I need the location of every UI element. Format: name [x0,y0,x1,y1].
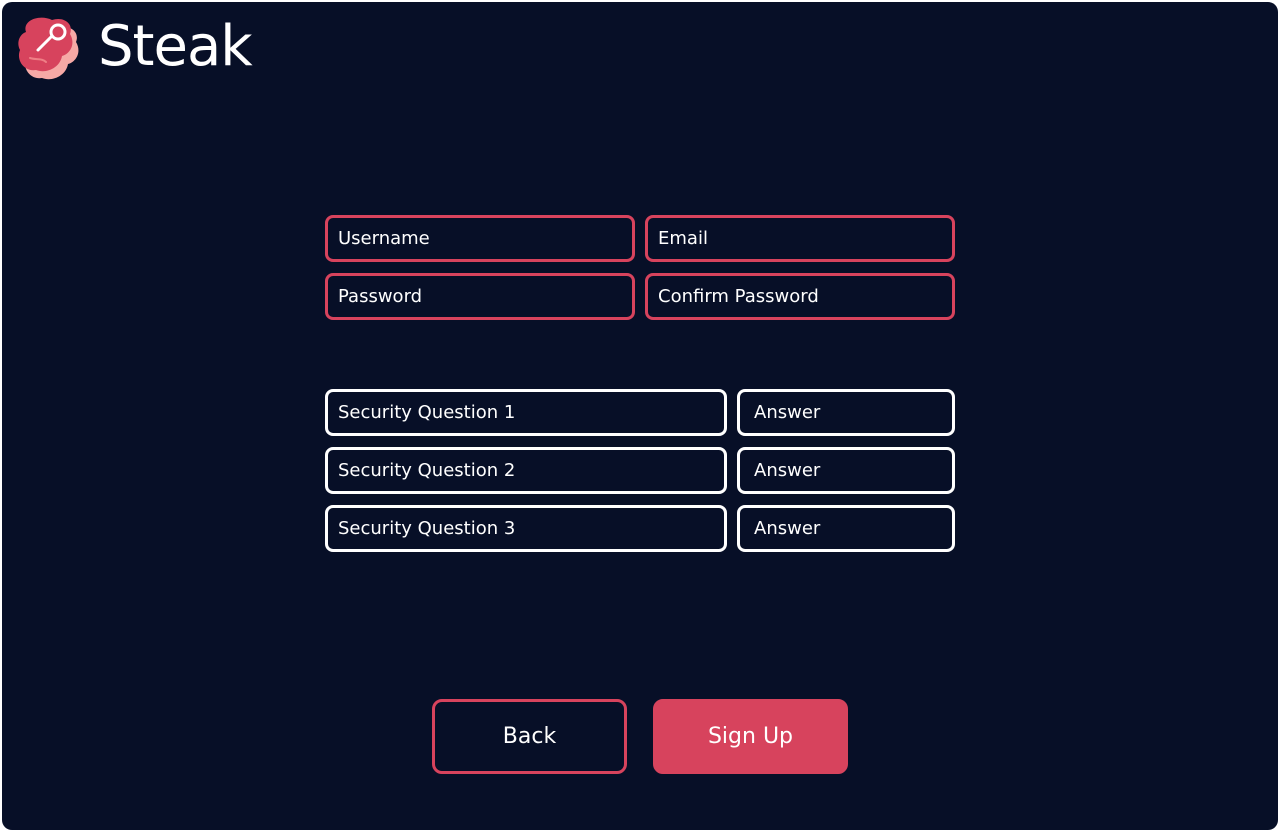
security-answer-1-field[interactable] [737,389,955,436]
security-answer-3-field[interactable] [737,505,955,552]
email-field[interactable] [645,215,955,262]
password-field[interactable] [325,273,635,320]
security-question-1-field[interactable] [325,389,727,436]
security-question-2-field[interactable] [325,447,727,494]
back-button[interactable]: Back [432,699,627,774]
back-button-label: Back [502,724,557,749]
confirm-password-field[interactable] [645,273,955,320]
security-question-3-field[interactable] [325,505,727,552]
sign-up-button[interactable]: Sign Up [653,699,848,774]
brand: Steak [14,14,253,80]
app-title: Steak [98,14,253,79]
sign-up-button-label: Sign Up [707,724,794,749]
steak-icon [18,17,79,80]
app-window: Steak Back Sign Up [2,2,1278,830]
security-answer-2-field[interactable] [737,447,955,494]
username-field[interactable] [325,215,635,262]
